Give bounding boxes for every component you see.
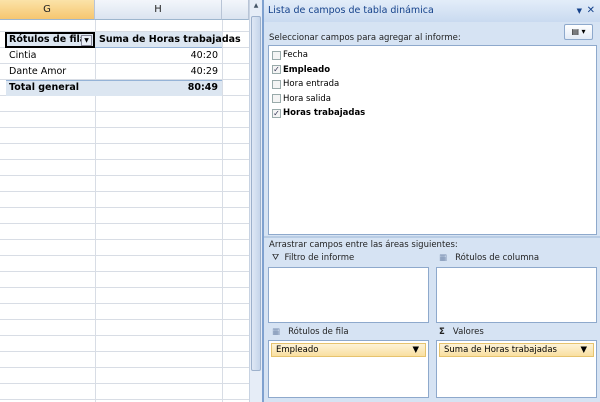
drag-fields-label: Arrastrar campos entre las áreas siguien… [269, 240, 458, 250]
row-value[interactable]: 40:20 [95, 48, 222, 64]
values-area-label: Σ Valores [439, 327, 484, 337]
total-value[interactable]: 80:49 [95, 80, 222, 96]
column-header-h[interactable]: H [95, 0, 222, 20]
field-label: Empleado [283, 64, 331, 75]
field-item[interactable]: ✓ Empleado [269, 63, 596, 78]
filter-drop-area[interactable] [268, 267, 429, 323]
total-label[interactable]: Total general [5, 80, 83, 96]
column-header-next[interactable] [222, 0, 249, 20]
close-icon[interactable]: ✕ [587, 0, 595, 22]
field-item[interactable]: Hora salida [269, 92, 596, 107]
column-labels-icon: ▦ [439, 253, 448, 263]
sigma-icon: Σ [439, 327, 445, 337]
field-label: Hora salida [283, 93, 331, 104]
field-list: Fecha ✓ Empleado Hora entrada Hora salida ✓ Ho… [268, 45, 597, 235]
field-checkbox[interactable]: ✓ [272, 108, 281, 118]
columns-drop-area[interactable] [436, 267, 597, 323]
filter-area-label: ⛛ Filtro de informe [272, 253, 355, 263]
chevron-down-icon[interactable]: ▼ [412, 344, 419, 356]
value-field-chip[interactable]: Suma de Horas trabajadas ▼ [439, 343, 594, 357]
field-checkbox[interactable]: ✓ [272, 65, 281, 75]
row-labels-icon: ▦ [272, 327, 281, 337]
values-drop-area[interactable]: Suma de Horas trabajadas ▼ [436, 340, 597, 398]
rows-drop-area[interactable]: Empleado ▼ [268, 340, 429, 398]
panel-title: Lista de campos de tabla dinámica ▼ ✕ [264, 0, 600, 22]
spreadsheet[interactable]: G H Rótulos de fila ▼ Suma de Horas trab… [0, 0, 262, 402]
field-item[interactable]: Hora entrada [269, 77, 596, 92]
field-item[interactable]: ✓ Horas trabajadas [269, 106, 596, 121]
row-value[interactable]: 40:29 [95, 64, 222, 80]
pivot-field-list-panel: Lista de campos de tabla dinámica ▼ ✕ ▤ … [262, 0, 600, 402]
columns-area-label: ▦ Rótulos de columna [439, 253, 540, 263]
panel-menu-icon[interactable]: ▼ [577, 0, 582, 22]
field-label: Horas trabajadas [283, 108, 366, 118]
field-checkbox[interactable] [272, 79, 281, 89]
layout-button[interactable]: ▤ ▾ [564, 24, 593, 40]
row-label[interactable]: Dante Amor [5, 64, 70, 80]
row-label[interactable]: Cintia [5, 48, 40, 64]
filter-icon: ⛛ [272, 253, 280, 263]
select-fields-label: Seleccionar campos para agregar al infor… [269, 33, 461, 43]
field-checkbox[interactable] [272, 94, 281, 104]
filter-dropdown-button[interactable]: ▼ [81, 35, 92, 46]
field-label: Hora entrada [283, 79, 340, 89]
values-header: Suma de Horas trabajadas [99, 34, 241, 45]
vertical-scrollbar[interactable]: ▲ [249, 0, 262, 402]
chevron-down-icon[interactable]: ▼ [580, 344, 587, 356]
column-header-g[interactable]: G [0, 0, 95, 20]
splitter[interactable] [264, 236, 600, 238]
rows-area-label: ▦ Rótulos de fila [272, 327, 349, 337]
field-label: Fecha [283, 50, 308, 60]
field-checkbox[interactable] [272, 50, 281, 60]
field-item[interactable]: Fecha [269, 48, 596, 63]
row-field-chip[interactable]: Empleado ▼ [271, 343, 426, 357]
